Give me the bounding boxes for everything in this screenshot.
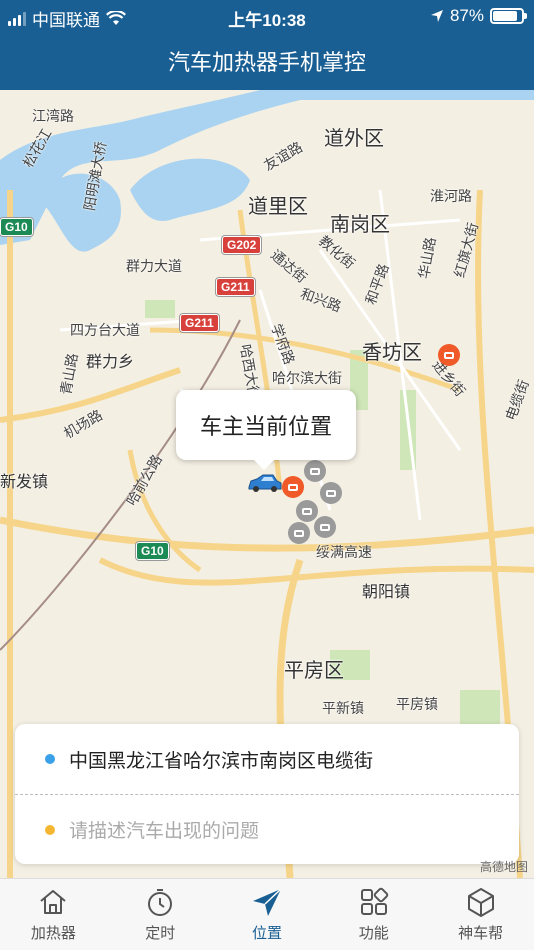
tab-label: 定时 bbox=[145, 925, 176, 942]
location-callout: 车主当前位置 bbox=[176, 390, 356, 470]
highway-shield: G211 bbox=[216, 278, 255, 296]
nav-bar: 汽车加热器手机掌控 bbox=[0, 32, 534, 90]
district-label: 香坊区 bbox=[362, 342, 422, 364]
problem-dot-icon bbox=[45, 824, 55, 835]
tab-community[interactable]: 神车帮 bbox=[427, 879, 534, 950]
cube-icon bbox=[467, 888, 494, 917]
location-services-icon bbox=[430, 10, 443, 22]
tab-label: 位置 bbox=[251, 925, 282, 942]
tab-functions[interactable]: 功能 bbox=[320, 879, 427, 950]
district-label: 平房区 bbox=[284, 660, 344, 682]
service-station-icon[interactable] bbox=[320, 482, 342, 504]
road-label: 淮河路 bbox=[430, 188, 472, 204]
road-label: 朝阳镇 bbox=[362, 584, 411, 601]
highway-shield: G10 bbox=[0, 218, 33, 236]
service-station-icon[interactable] bbox=[296, 500, 318, 522]
timer-icon bbox=[148, 889, 173, 916]
battery-icon bbox=[490, 8, 527, 24]
service-station-icon[interactable] bbox=[304, 460, 326, 482]
location-card: 中国黑龙江省哈尔滨市南岗区电缆街 请描述汽车出现的问题 bbox=[15, 724, 519, 864]
problem-placeholder: 请描述汽车出现的问题 bbox=[69, 821, 260, 842]
address-dot-icon bbox=[45, 754, 55, 764]
callout-text: 车主当前位置 bbox=[199, 414, 332, 439]
grid-icon bbox=[360, 887, 389, 915]
road-label: 绥满高速 bbox=[316, 544, 372, 560]
district-label: 道外区 bbox=[324, 128, 384, 150]
highway-shield: G10 bbox=[136, 542, 169, 560]
road-label: 群力大道 bbox=[126, 258, 182, 274]
service-station-icon[interactable] bbox=[288, 522, 310, 544]
address-row[interactable]: 中国黑龙江省哈尔滨市南岗区电缆街 bbox=[15, 724, 519, 794]
road-label: 江湾路 bbox=[32, 108, 74, 124]
tab-bar: 加热器 定时 位置 功能 神车帮 bbox=[0, 878, 534, 950]
highway-shield: G202 bbox=[222, 236, 262, 254]
location-arrow-icon bbox=[252, 888, 282, 916]
tab-label: 功能 bbox=[358, 925, 389, 942]
road-label: 平新镇 bbox=[322, 700, 364, 716]
address-text: 中国黑龙江省哈尔滨市南岗区电缆街 bbox=[69, 750, 374, 772]
tab-timer[interactable]: 定时 bbox=[107, 879, 214, 950]
problem-description-input[interactable]: 请描述汽车出现的问题 bbox=[15, 794, 519, 864]
service-station-icon[interactable] bbox=[314, 516, 336, 538]
page-title: 汽车加热器手机掌控 bbox=[167, 50, 366, 75]
road-label: 群力乡 bbox=[86, 354, 135, 371]
tab-label: 神车帮 bbox=[458, 925, 504, 942]
service-station-icon[interactable] bbox=[438, 344, 460, 366]
service-station-icon[interactable] bbox=[282, 476, 304, 498]
tab-label: 加热器 bbox=[30, 925, 76, 942]
map-attribution: 高德地图 bbox=[479, 860, 528, 874]
tab-heater[interactable]: 加热器 bbox=[0, 879, 107, 950]
district-label: 道里区 bbox=[248, 196, 308, 218]
road-label: 新发镇 bbox=[0, 474, 49, 491]
car-location-icon[interactable] bbox=[247, 473, 283, 493]
road-label: 哈尔滨大街 bbox=[272, 370, 342, 386]
road-label: 平房镇 bbox=[396, 696, 438, 712]
highway-shield: G211 bbox=[180, 314, 219, 332]
tab-location[interactable]: 位置 bbox=[214, 879, 321, 950]
house-icon bbox=[40, 890, 67, 914]
battery-percent: 87% bbox=[449, 6, 484, 25]
road-label: 四方台大道 bbox=[70, 322, 140, 338]
status-bar: 中国联通 上午10:38 87% bbox=[0, 0, 534, 32]
district-label: 南岗区 bbox=[330, 214, 390, 236]
